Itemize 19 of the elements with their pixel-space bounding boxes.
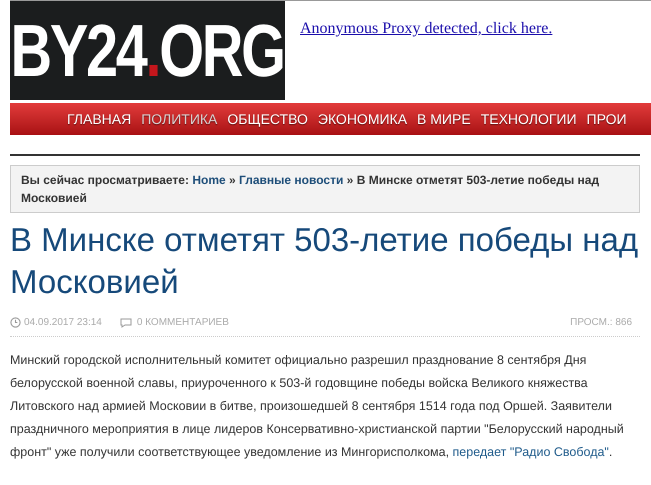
nav-tab[interactable]: ОБЩЕСТВО bbox=[225, 108, 310, 130]
clock-icon bbox=[10, 317, 21, 328]
article-body: Минский городской исполнительный комитет официально разрешил празднование 8 сентября Дня белорусской военной славы, приуроченного к 503-й годовщине победы войска Великого княжества Литовского над армией Московии в битве, произошедшей 8 сентября 1514 года под Оршей. Заявители праздничного мероприятия в лице лидеров Консервативно-христианской партии "Белорусский народный фронт" уже получили соответствующее уведомление из Мингорисполкома, передает "Радио Свобода". bbox=[10, 352, 625, 461]
nav-tab[interactable]: ГЛАВНАЯ bbox=[65, 108, 134, 130]
nav-tab[interactable]: ПРОИ bbox=[584, 108, 629, 130]
article-title: В Минске отметят 503-летие победы над Московией bbox=[10, 220, 640, 302]
nav-tab[interactable]: ПОЛИТИКА bbox=[139, 108, 220, 130]
nav-tab[interactable]: В МИРЕ bbox=[415, 108, 473, 130]
breadcrumb-link[interactable]: Home bbox=[192, 173, 226, 187]
site-logo[interactable]: BY24.ORG bbox=[10, 1, 285, 100]
article-date: 04.09.2017 23:14 bbox=[24, 316, 102, 330]
comment-icon bbox=[120, 318, 132, 328]
breadcrumb-text: Вы сейчас просматриваете: Home » Главные новости » В Минске отметят 503-летие победы над Московией bbox=[21, 172, 600, 207]
nav-tab[interactable]: ЭКОНОМИКА bbox=[316, 108, 410, 130]
nav-tab[interactable]: ТЕХНОЛОГИИ bbox=[478, 108, 579, 130]
source-link[interactable]: передает "Радио Свобода" bbox=[452, 445, 609, 459]
breadcrumb-link[interactable]: Главные новости bbox=[239, 173, 344, 187]
view-count: ПРОСМ.: 866 bbox=[570, 316, 632, 330]
proxy-notice-link[interactable]: Anonymous Proxy detected, click here. bbox=[300, 20, 552, 37]
